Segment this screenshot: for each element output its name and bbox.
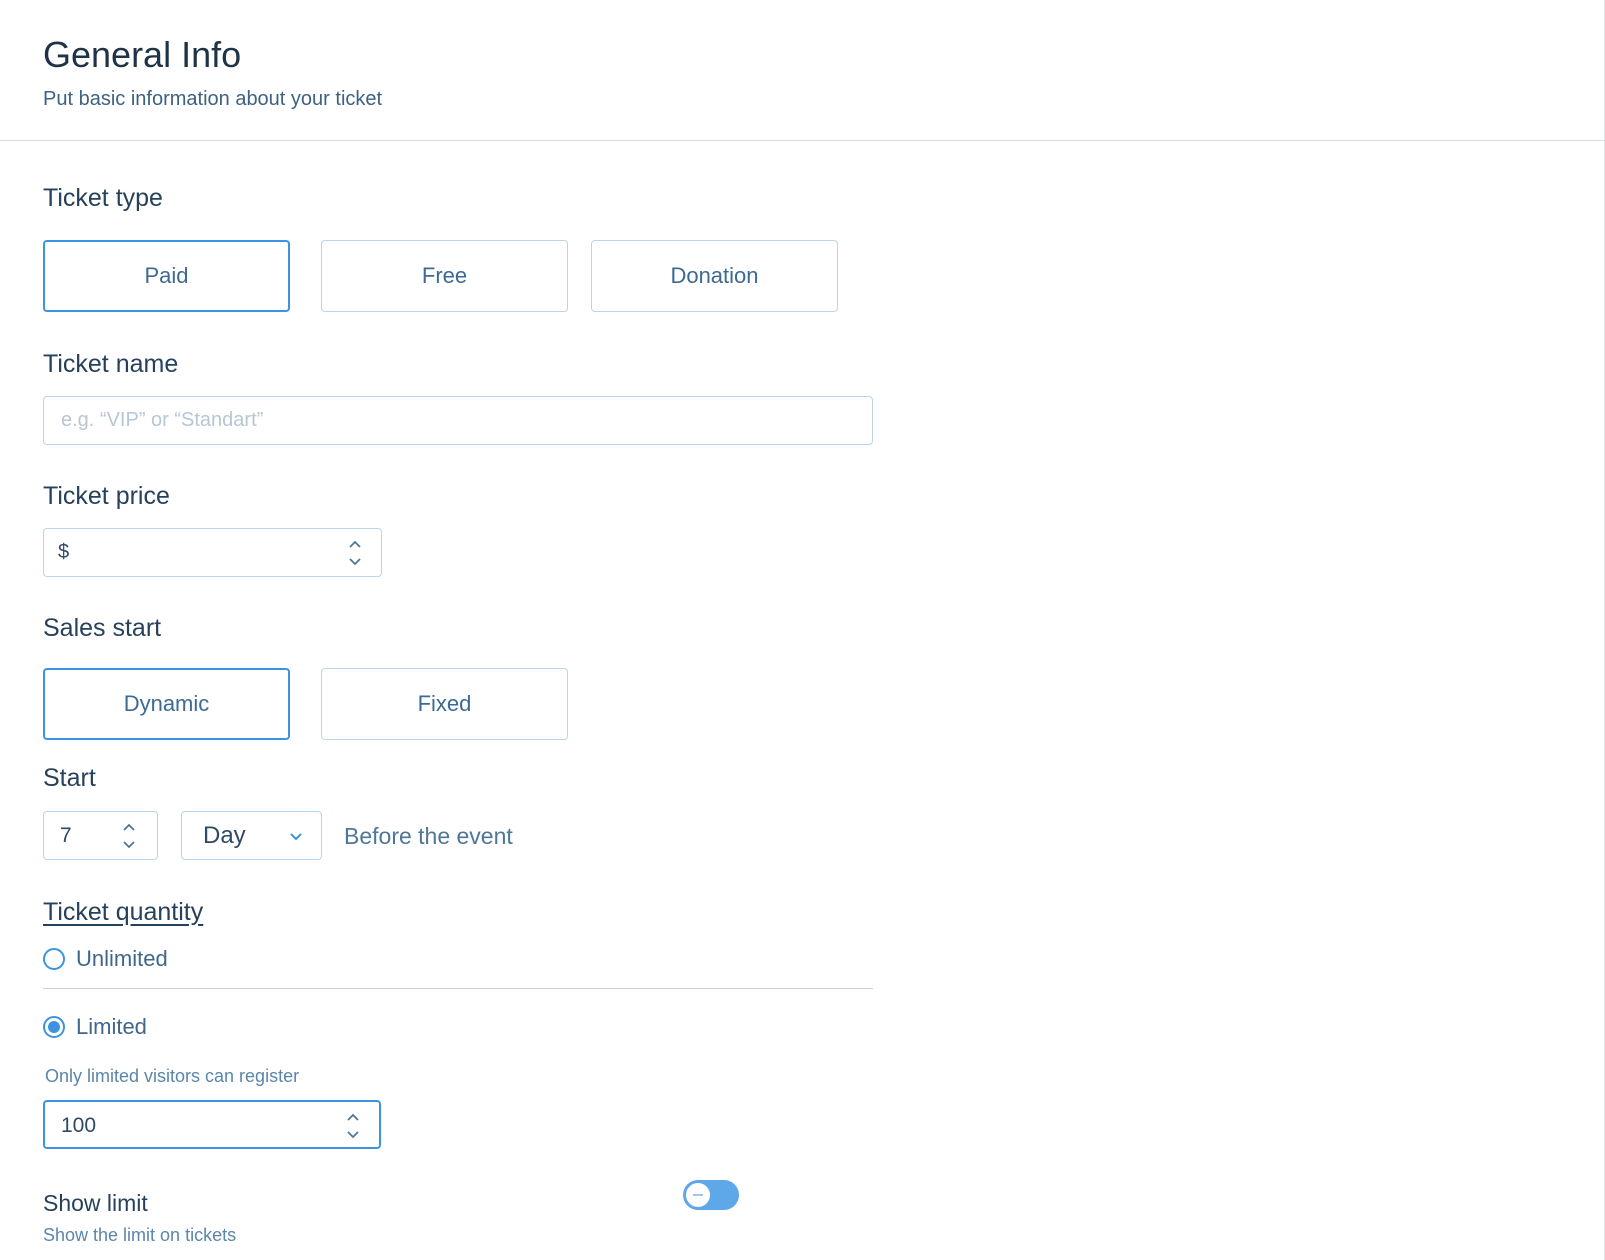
unlimited-radio[interactable] (43, 948, 65, 970)
ticket-name-input[interactable] (44, 397, 872, 444)
quantity-unlimited-option[interactable]: Unlimited (43, 946, 168, 972)
sales-start-label: Sales start (43, 614, 162, 642)
ticket-name-label: Ticket name (43, 350, 179, 378)
page-subtitle: Put basic information about your ticket (43, 88, 383, 110)
ticket-price-stepper-icon[interactable] (347, 537, 363, 569)
limit-quantity-value: 100 (61, 1114, 97, 1137)
ticket-form-page: General Info Put basic information about… (0, 0, 1605, 1260)
limited-label: Limited (76, 1014, 147, 1039)
ticket-name-field (43, 396, 873, 445)
chevron-down-icon (289, 829, 303, 847)
start-amount-field[interactable]: 7 (43, 811, 158, 860)
currency-prefix: $ (58, 541, 70, 563)
ticket-type-paid-label: Paid (144, 263, 189, 288)
page-title: General Info (43, 34, 242, 75)
ticket-type-donation-label: Donation (670, 263, 759, 288)
limit-quantity-stepper-icon[interactable] (345, 1110, 361, 1142)
sales-start-fixed-button[interactable]: Fixed (321, 668, 568, 740)
ticket-type-label: Ticket type (43, 184, 163, 212)
show-limit-toggle[interactable] (683, 1180, 739, 1210)
start-amount-value: 7 (60, 824, 72, 847)
ticket-type-free-button[interactable]: Free (321, 240, 568, 312)
show-limit-label: Show limit (43, 1190, 148, 1216)
sales-start-dynamic-button[interactable]: Dynamic (43, 668, 290, 740)
toggle-knob (686, 1183, 710, 1207)
unlimited-label: Unlimited (76, 946, 168, 971)
show-limit-hint: Show the limit on tickets (43, 1225, 237, 1245)
radio-selected-dot (48, 1021, 60, 1033)
ticket-price-label: Ticket price (43, 482, 170, 510)
start-label: Start (43, 764, 96, 792)
ticket-quantity-label: Ticket quantity (43, 898, 204, 926)
start-unit-select[interactable]: Day (181, 811, 322, 860)
quantity-divider (43, 988, 873, 989)
sales-start-fixed-label: Fixed (417, 691, 472, 716)
start-suffix-text: Before the event (344, 823, 513, 849)
quantity-limited-option[interactable]: Limited (43, 1014, 147, 1040)
start-amount-stepper-icon[interactable] (121, 820, 137, 852)
limit-quantity-field[interactable]: 100 (43, 1100, 381, 1149)
sales-start-dynamic-label: Dynamic (123, 691, 210, 716)
start-unit-value: Day (203, 822, 246, 849)
page-header: General Info Put basic information about… (0, 0, 1605, 141)
ticket-price-field[interactable]: $ (43, 528, 382, 577)
ticket-type-donation-button[interactable]: Donation (591, 240, 838, 312)
ticket-type-paid-button[interactable]: Paid (43, 240, 290, 312)
ticket-type-free-label: Free (421, 263, 468, 288)
limited-radio[interactable] (43, 1016, 65, 1038)
limited-hint: Only limited visitors can register (45, 1066, 300, 1086)
